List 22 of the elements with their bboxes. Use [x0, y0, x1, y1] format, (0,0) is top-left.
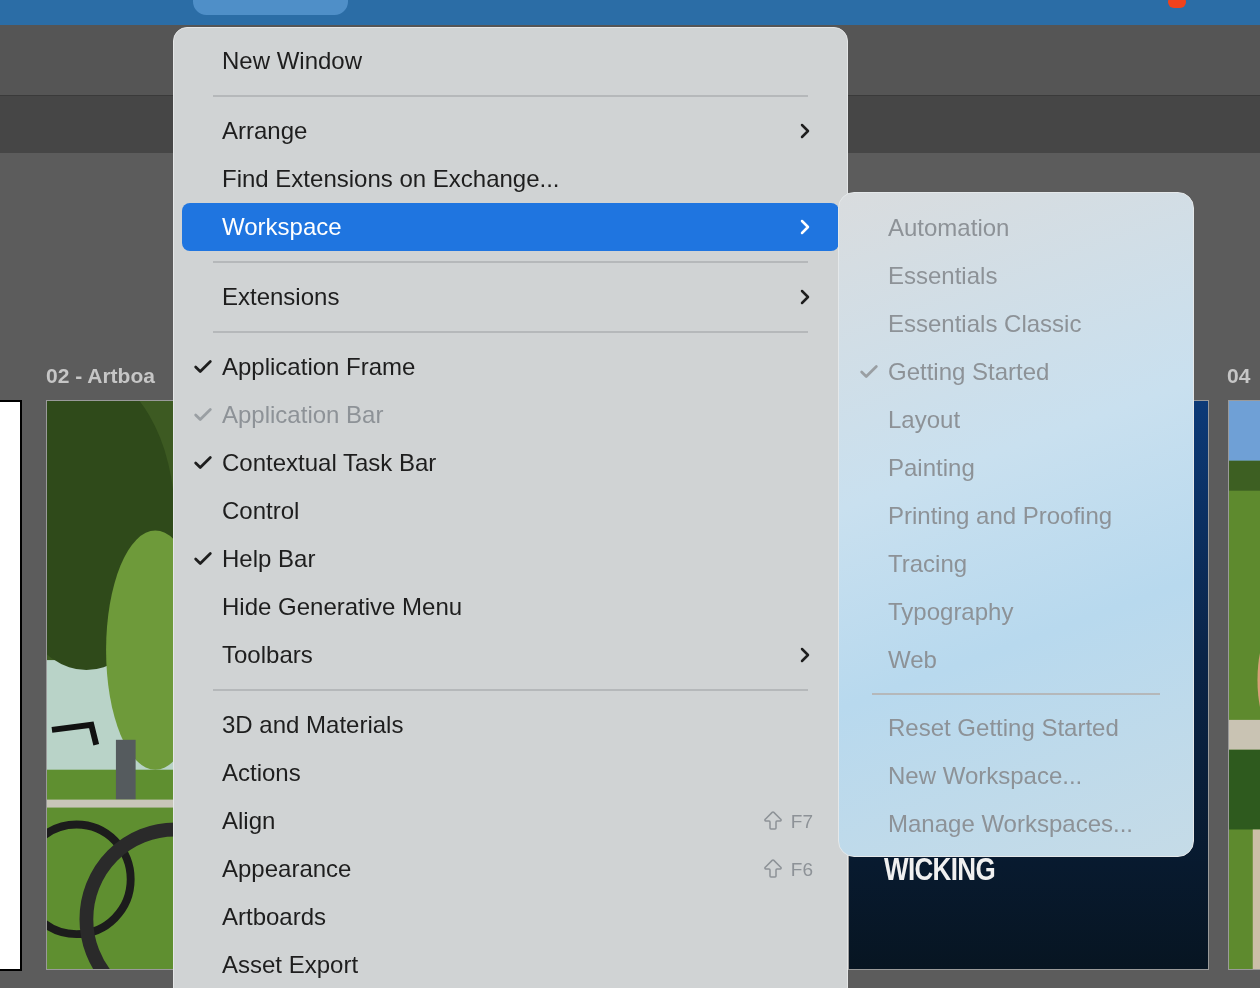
menu-item[interactable]: Appearance F6: [182, 845, 839, 893]
shortcut-key: F7: [790, 811, 813, 831]
menu-item[interactable]: Align F7: [182, 797, 839, 845]
menu-item[interactable]: New Window: [182, 37, 839, 85]
menu-item[interactable]: Artboards: [182, 893, 839, 941]
menu-item[interactable]: Actions: [182, 749, 839, 797]
menu-item[interactable]: 3D and Materials: [182, 701, 839, 749]
menu-item[interactable]: Help Bar: [182, 535, 839, 583]
menu-item[interactable]: Control: [182, 487, 839, 535]
menu-item[interactable]: Toolbars: [182, 631, 839, 679]
menu-item[interactable]: Arrange: [182, 107, 839, 155]
menu-item[interactable]: Application Frame: [182, 343, 839, 391]
menu-item[interactable]: Hide Generative Menu: [182, 583, 839, 631]
menu-item[interactable]: Extensions: [182, 273, 839, 321]
artboard-label: 02 - Artboa: [46, 363, 155, 389]
menu-item[interactable]: Contextual Task Bar: [182, 439, 839, 487]
menu-item[interactable]: Asset Export: [182, 941, 839, 988]
menu-item[interactable]: Find Extensions on Exchange...: [182, 155, 839, 203]
shortcut-key: F6: [790, 859, 813, 879]
artboard-label: 04: [1227, 363, 1251, 389]
menu-item[interactable]: Workspace: [182, 203, 839, 251]
poster-text: WICKING: [884, 854, 995, 886]
